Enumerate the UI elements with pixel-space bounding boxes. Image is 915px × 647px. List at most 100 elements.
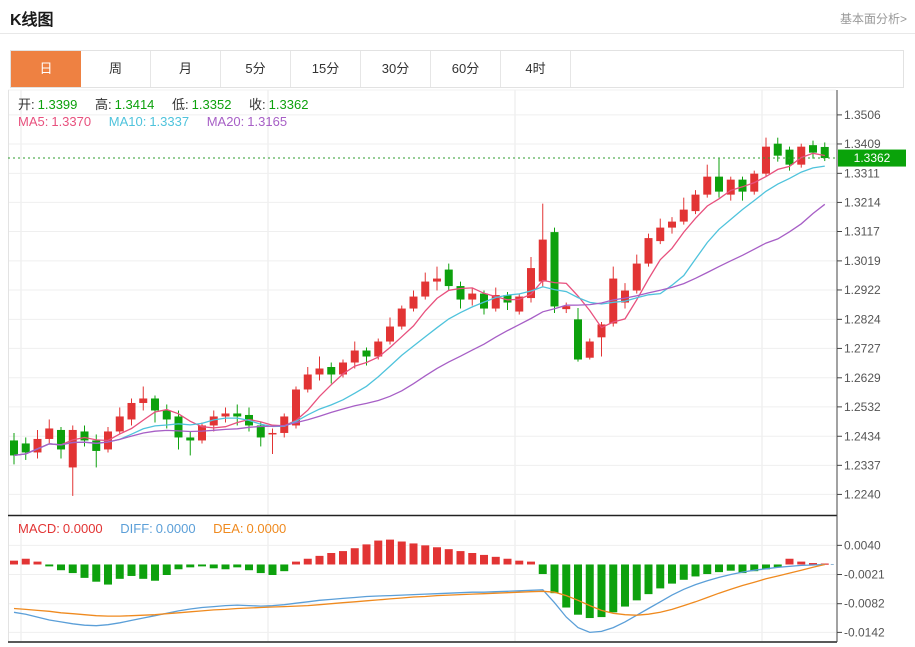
macd-bar[interactable] <box>245 564 253 571</box>
macd-bar[interactable] <box>691 564 700 577</box>
macd-bar[interactable] <box>409 543 418 565</box>
macd-bar[interactable] <box>57 564 65 571</box>
macd-bar[interactable] <box>562 564 571 608</box>
macd-bar[interactable] <box>268 564 277 575</box>
macd-bar[interactable] <box>433 547 441 565</box>
macd-bar[interactable] <box>621 564 629 607</box>
candle[interactable] <box>444 263 453 291</box>
candle[interactable] <box>303 367 312 393</box>
candle[interactable] <box>538 203 547 288</box>
macd-bar[interactable] <box>456 551 465 565</box>
macd-bar[interactable] <box>656 564 665 589</box>
candle[interactable] <box>409 290 418 312</box>
macd-bar[interactable] <box>421 545 430 565</box>
candle[interactable] <box>809 140 817 159</box>
macd-bar[interactable] <box>139 564 148 579</box>
macd-bar[interactable] <box>679 564 688 580</box>
macd-bar[interactable] <box>503 558 512 565</box>
macd-bar[interactable] <box>327 553 336 565</box>
macd-bar[interactable] <box>480 554 488 565</box>
candle[interactable] <box>679 197 688 225</box>
macd-bar[interactable] <box>574 564 582 615</box>
macd-bar[interactable] <box>397 541 406 565</box>
macd-bar[interactable] <box>68 564 77 574</box>
macd-bar[interactable] <box>444 549 453 565</box>
candle[interactable] <box>80 425 89 447</box>
candle[interactable] <box>562 302 571 314</box>
candle[interactable] <box>574 307 582 362</box>
candle[interactable] <box>397 305 406 330</box>
candle[interactable] <box>327 362 336 384</box>
candle[interactable] <box>491 287 500 312</box>
macd-bar[interactable] <box>256 564 265 574</box>
macd-bar[interactable] <box>186 564 195 568</box>
macd-bar[interactable] <box>527 561 535 565</box>
candle[interactable] <box>585 338 594 360</box>
macd-bar[interactable] <box>33 561 42 565</box>
macd-bar[interactable] <box>585 564 594 619</box>
macd-bar[interactable] <box>550 564 559 594</box>
candle[interactable] <box>45 419 54 444</box>
candle[interactable] <box>738 176 747 201</box>
candle[interactable] <box>456 281 465 309</box>
macd-bar[interactable] <box>233 564 242 568</box>
macd-bar[interactable] <box>515 560 524 565</box>
macd-bar[interactable] <box>10 560 18 565</box>
candle[interactable] <box>609 266 618 327</box>
candle[interactable] <box>656 218 665 245</box>
candle[interactable] <box>57 426 65 459</box>
macd-bar[interactable] <box>491 556 500 565</box>
candle[interactable] <box>621 283 629 309</box>
macd-bar[interactable] <box>668 564 676 584</box>
candle[interactable] <box>151 395 159 423</box>
candle[interactable] <box>10 432 18 465</box>
candle[interactable] <box>350 341 359 369</box>
candle[interactable] <box>104 426 112 453</box>
macd-bar[interactable] <box>315 555 324 565</box>
candle[interactable] <box>127 398 136 426</box>
candle[interactable] <box>186 431 195 456</box>
macd-bar[interactable] <box>374 540 383 565</box>
candle[interactable] <box>268 428 277 454</box>
macd-bar[interactable] <box>350 548 359 565</box>
macd-bar[interactable] <box>280 564 289 572</box>
macd-bar[interactable] <box>538 564 547 575</box>
macd-bar[interactable] <box>303 558 312 565</box>
candle[interactable] <box>550 227 559 314</box>
macd-bar[interactable] <box>198 564 206 567</box>
macd-bar[interactable] <box>468 553 477 565</box>
macd-bar[interactable] <box>21 558 30 565</box>
candle[interactable] <box>715 158 723 198</box>
macd-bar[interactable] <box>45 564 54 567</box>
macd-bar[interactable] <box>362 544 371 565</box>
macd-bar[interactable] <box>785 558 794 565</box>
macd-bar[interactable] <box>797 561 806 565</box>
candle[interactable] <box>115 407 124 435</box>
macd-bar[interactable] <box>174 564 183 570</box>
candle[interactable] <box>68 425 77 496</box>
macd-bar[interactable] <box>703 564 712 575</box>
macd-bar[interactable] <box>80 564 89 578</box>
macd-bar[interactable] <box>715 564 723 573</box>
candle[interactable] <box>797 143 806 168</box>
macd-bar[interactable] <box>221 564 230 570</box>
macd-bar[interactable] <box>386 539 394 565</box>
macd-bar[interactable] <box>104 564 112 585</box>
macd-bar[interactable] <box>92 564 101 582</box>
candle[interactable] <box>421 272 430 300</box>
macd-bar[interactable] <box>162 564 171 575</box>
macd-bar[interactable] <box>632 564 641 601</box>
candle[interactable] <box>726 176 735 201</box>
candle[interactable] <box>691 190 700 215</box>
macd-bar[interactable] <box>339 551 347 565</box>
macd-bar[interactable] <box>292 561 300 565</box>
macd-bar[interactable] <box>644 564 653 595</box>
macd-bar[interactable] <box>209 564 218 569</box>
candle[interactable] <box>433 266 441 291</box>
candle[interactable] <box>339 359 347 378</box>
candle[interactable] <box>703 164 712 198</box>
macd-bar[interactable] <box>151 564 159 581</box>
candle[interactable] <box>644 233 653 267</box>
candle[interactable] <box>221 407 230 423</box>
candle[interactable] <box>315 356 324 381</box>
